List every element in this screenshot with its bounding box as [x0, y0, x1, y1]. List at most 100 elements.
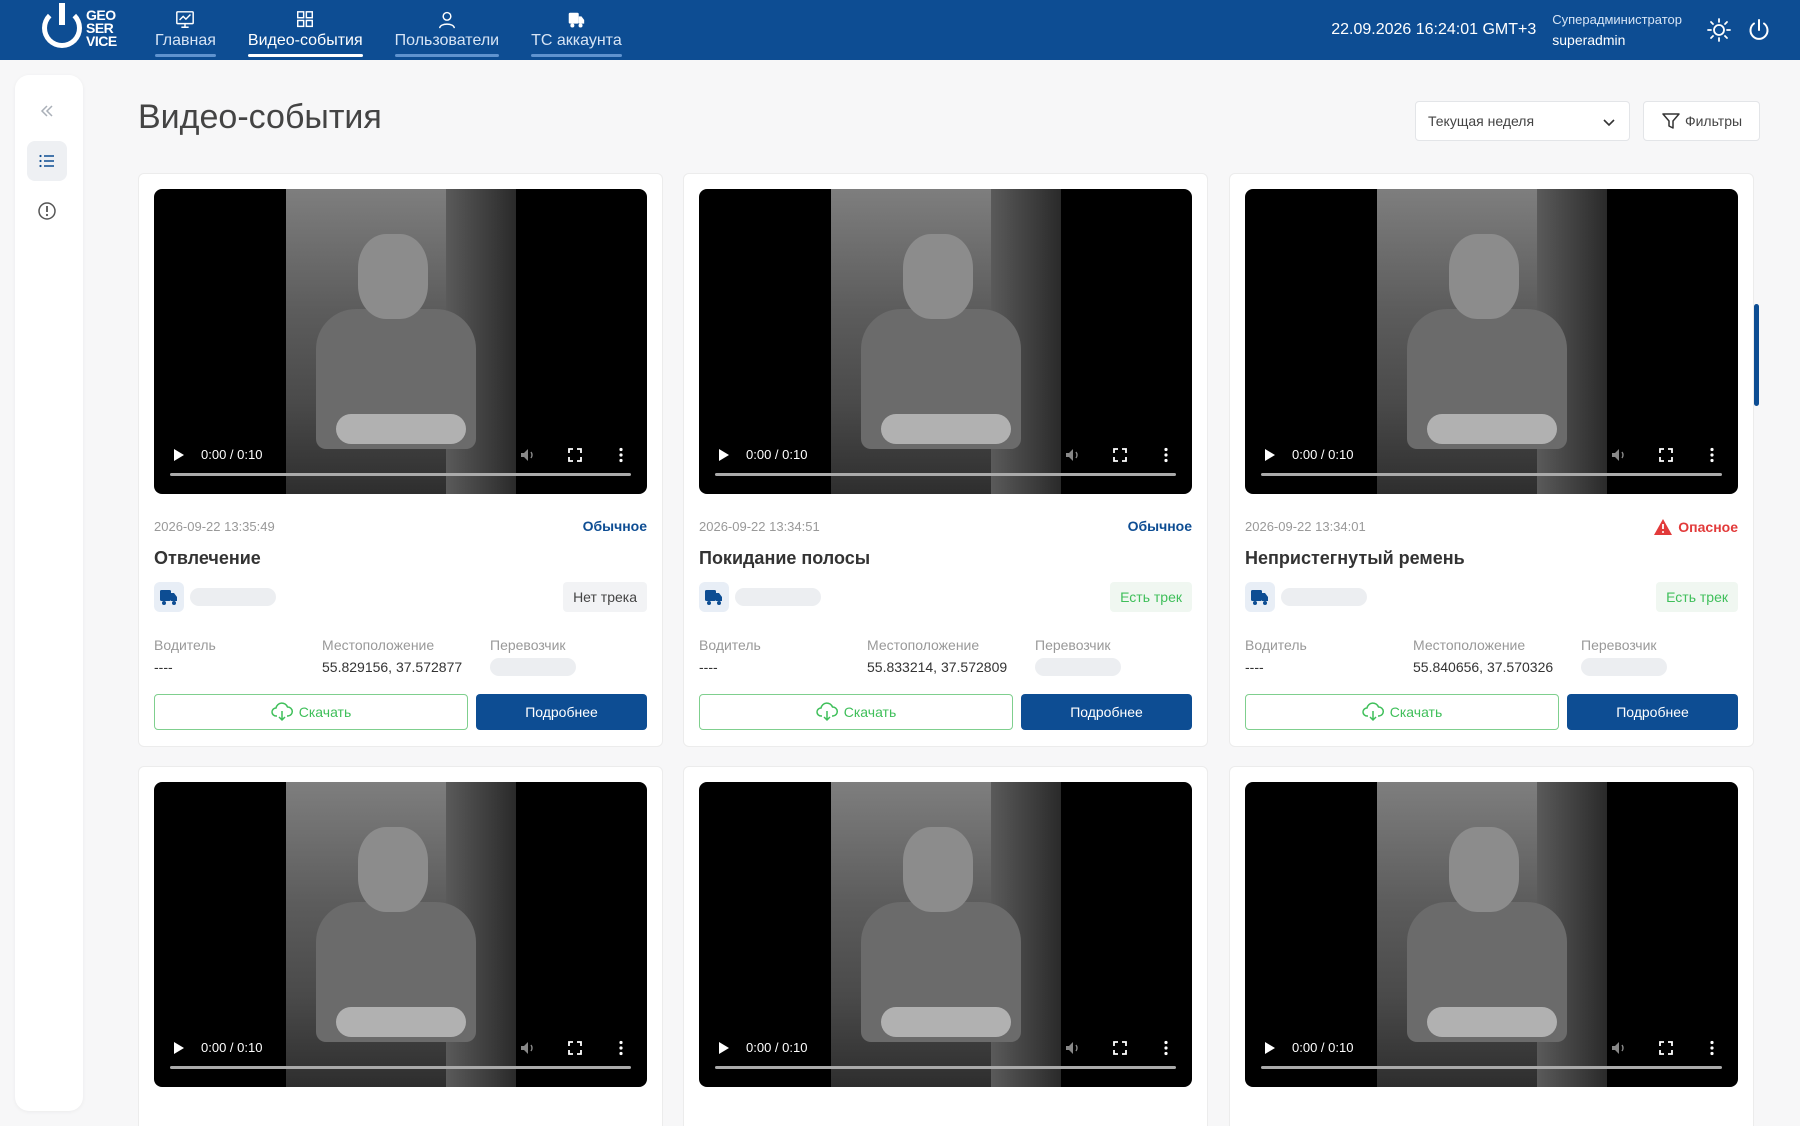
details-button[interactable]: Подробнее [1021, 694, 1192, 730]
fullscreen-icon[interactable] [1111, 446, 1129, 464]
volume-icon[interactable] [519, 1039, 537, 1057]
driver-label: Водитель [154, 637, 216, 653]
truck-icon [569, 12, 585, 28]
volume-icon[interactable] [1610, 1039, 1628, 1057]
filters-button-label: Фильтры [1684, 113, 1743, 129]
severity-label: Опасное [1678, 519, 1738, 535]
header-right: 22.09.2026 16:24:01 GMT+3 Суперадминистр… [1331, 0, 1800, 60]
video-player[interactable]: 0:00 / 0:10 [699, 189, 1192, 494]
fullscreen-icon[interactable] [1657, 446, 1675, 464]
video-controls: 0:00 / 0:10 [699, 1025, 1192, 1087]
vehicle-badge [1245, 582, 1275, 612]
carrier-label: Перевозчик [1035, 637, 1111, 653]
vehicle-badge [154, 582, 184, 612]
video-time: 0:00 / 0:10 [201, 1040, 263, 1055]
carrier-label: Перевозчик [490, 637, 566, 653]
video-controls: 0:00 / 0:10 [154, 432, 647, 494]
volume-icon[interactable] [1064, 1039, 1082, 1057]
play-icon[interactable] [174, 1042, 184, 1054]
vehicle-row: Есть трек [699, 582, 1192, 612]
current-datetime: 22.09.2026 16:24:01 GMT+3 [1331, 21, 1537, 38]
power-logo-icon [42, 3, 82, 48]
sidebar-item-alerts[interactable] [27, 191, 67, 231]
driver-value: ---- [154, 659, 173, 675]
carrier-label: Перевозчик [1581, 637, 1657, 653]
volume-icon[interactable] [519, 446, 537, 464]
nav-item-users[interactable]: Пользователи [385, 0, 509, 60]
event-datetime: 2026-09-22 13:34:51 [699, 519, 820, 534]
video-player[interactable]: 0:00 / 0:10 [699, 782, 1192, 1087]
event-title: Отвлечение [154, 548, 261, 568]
nav-item-account-vehicles[interactable]: ТС аккаунта [521, 0, 632, 60]
video-progress-bar[interactable] [170, 473, 631, 476]
power-icon[interactable] [1746, 17, 1772, 43]
video-progress-bar[interactable] [1261, 1066, 1722, 1069]
play-icon[interactable] [174, 449, 184, 461]
fullscreen-icon[interactable] [1657, 1039, 1675, 1057]
play-icon[interactable] [719, 449, 729, 461]
driver-value: ---- [1245, 659, 1264, 675]
grid-icon [297, 11, 314, 28]
video-progress-bar[interactable] [715, 473, 1176, 476]
play-icon[interactable] [1265, 449, 1275, 461]
video-progress-bar[interactable] [715, 1066, 1176, 1069]
location-value: 55.840656, 37.570326 [1413, 659, 1554, 675]
track-badge: Есть трек [1110, 582, 1192, 612]
details-button[interactable]: Подробнее [476, 694, 647, 730]
more-options-icon[interactable] [612, 446, 630, 464]
scrollbar-thumb[interactable] [1754, 304, 1759, 406]
video-event-card: 0:00 / 0:10 [138, 766, 663, 1126]
track-badge: Нет трека [563, 582, 647, 612]
video-time: 0:00 / 0:10 [1292, 447, 1354, 462]
more-options-icon[interactable] [1157, 1039, 1175, 1057]
video-progress-bar[interactable] [170, 1066, 631, 1069]
vehicle-plate-redacted [735, 588, 821, 606]
nav-item-label: ТС аккаунта [531, 32, 622, 49]
volume-icon[interactable] [1064, 446, 1082, 464]
location-label: Местоположение [322, 637, 435, 653]
video-progress-bar[interactable] [1261, 473, 1722, 476]
video-time: 0:00 / 0:10 [1292, 1040, 1354, 1055]
more-options-icon[interactable] [1157, 446, 1175, 464]
download-button[interactable]: Скачать [1245, 694, 1559, 730]
more-options-icon[interactable] [612, 1039, 630, 1057]
video-event-card: 0:00 / 0:10 2026-09-22 13:34:51 Обычное … [683, 173, 1208, 747]
video-controls: 0:00 / 0:10 [1245, 1025, 1738, 1087]
video-player[interactable]: 0:00 / 0:10 [1245, 189, 1738, 494]
video-player[interactable]: 0:00 / 0:10 [1245, 782, 1738, 1087]
download-button[interactable]: Скачать [699, 694, 1013, 730]
top-header: GEO SER VICE Главная Видео-события Польз… [0, 0, 1800, 60]
fullscreen-icon[interactable] [566, 446, 584, 464]
event-title: Покидание полосы [699, 548, 871, 568]
sidebar-item-list[interactable] [27, 141, 67, 181]
details-button[interactable]: Подробнее [1567, 694, 1738, 730]
period-select[interactable]: Текущая неделя [1415, 101, 1630, 141]
cloud-download-icon [1362, 702, 1384, 722]
more-options-icon[interactable] [1703, 1039, 1721, 1057]
download-button[interactable]: Скачать [154, 694, 468, 730]
period-select-value: Текущая неделя [1428, 113, 1535, 129]
video-time: 0:00 / 0:10 [201, 447, 263, 462]
video-event-card: 0:00 / 0:10 [683, 766, 1208, 1126]
carrier-col: Перевозчик [490, 637, 576, 676]
filters-button[interactable]: Фильтры [1643, 101, 1760, 141]
double-chevron-left-icon [40, 105, 53, 117]
fullscreen-icon[interactable] [566, 1039, 584, 1057]
video-player[interactable]: 0:00 / 0:10 [154, 782, 647, 1087]
fullscreen-icon[interactable] [1111, 1039, 1129, 1057]
video-event-card: 0:00 / 0:10 2026-09-22 13:35:49 Обычное … [138, 173, 663, 747]
play-icon[interactable] [719, 1042, 729, 1054]
user-role: Суперадминистратор [1552, 12, 1682, 27]
video-player[interactable]: 0:00 / 0:10 [154, 189, 647, 494]
logo[interactable]: GEO SER VICE [42, 3, 117, 48]
nav-item-home[interactable]: Главная [145, 0, 226, 60]
nav-item-label: Главная [155, 32, 216, 49]
nav-item-video-events[interactable]: Видео-события [238, 0, 373, 60]
volume-icon[interactable] [1610, 446, 1628, 464]
sun-icon[interactable] [1706, 17, 1732, 43]
more-options-icon[interactable] [1703, 446, 1721, 464]
video-controls: 0:00 / 0:10 [154, 1025, 647, 1087]
location-value: 55.833214, 37.572809 [867, 659, 1008, 675]
collapse-sidebar-button[interactable] [27, 91, 67, 131]
play-icon[interactable] [1265, 1042, 1275, 1054]
